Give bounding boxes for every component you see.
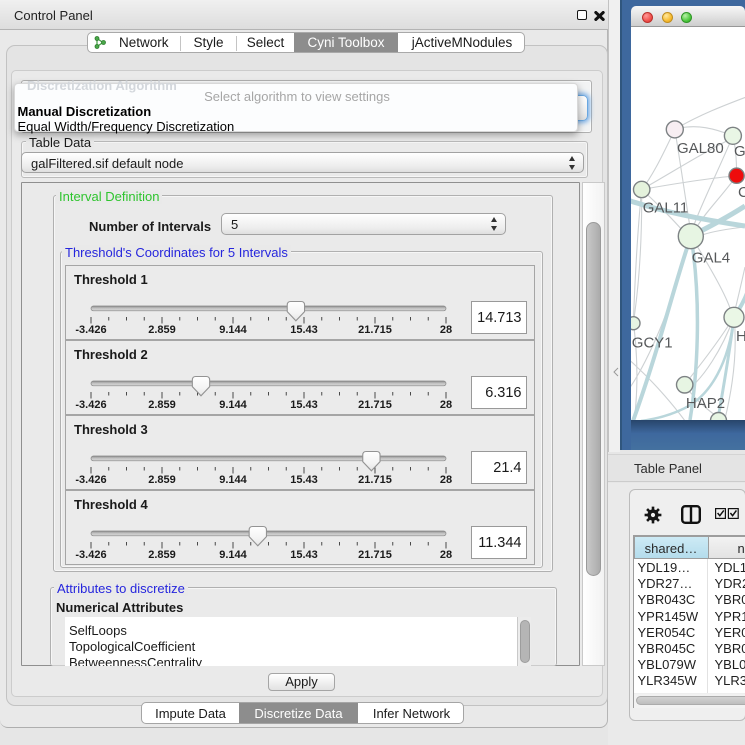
svg-text:GAL11: GAL11	[643, 200, 689, 217]
svg-text:-3.426: -3.426	[75, 474, 106, 486]
svg-text:2.859: 2.859	[148, 324, 176, 336]
svg-text:2.859: 2.859	[148, 549, 176, 561]
svg-text:9.144: 9.144	[219, 324, 247, 336]
svg-text:15.43: 15.43	[290, 474, 318, 486]
svg-text:9.144: 9.144	[219, 399, 247, 411]
svg-text:-3.426: -3.426	[75, 549, 106, 561]
svg-text:15.43: 15.43	[290, 399, 318, 411]
svg-text:9.144: 9.144	[219, 474, 247, 486]
svg-text:2.859: 2.859	[148, 399, 176, 411]
svg-text:28: 28	[440, 324, 452, 336]
svg-text:-3.426: -3.426	[75, 324, 106, 336]
svg-text:-3.426: -3.426	[75, 399, 106, 411]
svg-text:21.715: 21.715	[358, 474, 392, 486]
svg-text:15.43: 15.43	[290, 549, 318, 561]
svg-text:21.715: 21.715	[358, 549, 392, 561]
svg-text:9.144: 9.144	[219, 549, 247, 561]
svg-text:HAP2: HAP2	[686, 395, 725, 412]
svg-text:21.715: 21.715	[358, 324, 392, 336]
svg-text:21.715: 21.715	[358, 399, 392, 411]
svg-text:GCY1: GCY1	[632, 335, 673, 352]
svg-text:15.43: 15.43	[290, 324, 318, 336]
svg-text:GA: GA	[734, 143, 745, 160]
svg-text:2.859: 2.859	[148, 474, 176, 486]
svg-text:28: 28	[440, 549, 452, 561]
svg-text:28: 28	[440, 474, 452, 486]
svg-text:C: C	[738, 184, 745, 201]
svg-text:GAL80: GAL80	[677, 140, 724, 157]
svg-text:28: 28	[440, 399, 452, 411]
svg-text:GAL4: GAL4	[692, 250, 730, 267]
svg-text:H: H	[736, 328, 745, 345]
